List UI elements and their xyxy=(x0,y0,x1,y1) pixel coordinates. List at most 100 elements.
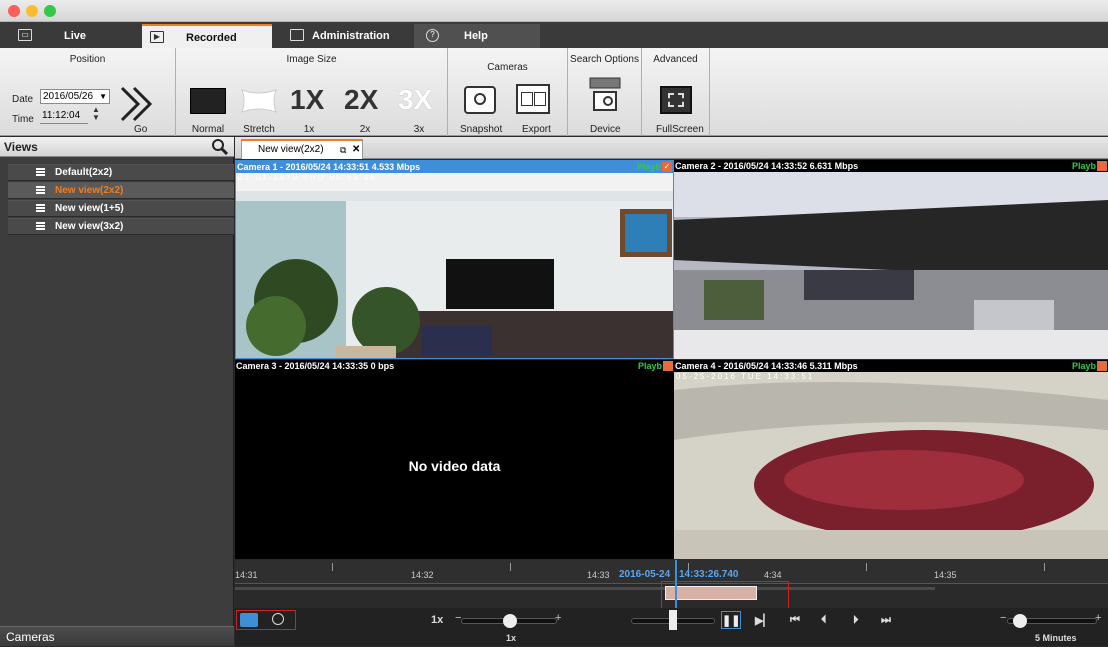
timeline-current-date: 2016-05-24 xyxy=(619,569,671,580)
timeline[interactable]: 14:31 14:32 14:33 4:34 14:35 2016-05-24 … xyxy=(235,560,1108,609)
zoom-out-button[interactable]: − xyxy=(1000,612,1006,624)
speed-label: 1x xyxy=(431,614,444,626)
playhead[interactable] xyxy=(675,560,677,608)
export-button[interactable] xyxy=(516,84,550,114)
view-item[interactable]: New view(3x2) xyxy=(8,218,234,235)
timeline-tick: 14:33 xyxy=(587,570,610,580)
camera-icon xyxy=(474,93,486,105)
go-label: Go xyxy=(134,124,148,135)
timeline-tick: 14:35 xyxy=(934,570,957,580)
detach-icon[interactable]: ⧉ xyxy=(340,141,346,159)
camera-4-osd: 05-25-2016 TUE 14:33:51 xyxy=(676,372,815,381)
zoom-window-button[interactable] xyxy=(44,5,56,17)
view-item[interactable]: Default(2x2) xyxy=(8,164,234,181)
go-button[interactable] xyxy=(118,84,158,124)
views-header: Views xyxy=(0,137,234,157)
help-icon: ? xyxy=(426,29,439,42)
camera-3-title: Camera 3 - 2016/05/24 14:33:35 0 bps xyxy=(235,360,674,372)
grid-icon xyxy=(36,186,45,194)
speed-slider-knob[interactable] xyxy=(503,614,517,628)
time-label: Time xyxy=(12,114,34,125)
stretch-label: Stretch xyxy=(243,124,275,135)
tab-recorded[interactable]: ▶ Recorded xyxy=(142,24,272,48)
search-options-group: Search Options Device xyxy=(568,48,642,136)
view-item[interactable]: New view(1+5) xyxy=(8,200,234,217)
minimize-window-button[interactable] xyxy=(26,5,38,17)
double-chevron-right-icon xyxy=(120,86,153,122)
camera-select-checkbox[interactable] xyxy=(1097,161,1107,171)
zoom-3x-label: 3x xyxy=(413,124,425,135)
playback-status: Playb xyxy=(1071,161,1096,171)
cameras-group-title: Cameras xyxy=(487,62,528,73)
camera-2-tile[interactable]: Camera 2 - 2016/05/24 14:33:52 6.631 Mbp… xyxy=(674,160,1108,359)
pause-button[interactable]: ❚❚ xyxy=(721,611,741,629)
previous-frame-icon[interactable]: ⏴ xyxy=(821,614,827,627)
camera-3-tile[interactable]: Camera 3 - 2016/05/24 14:33:35 0 bps Pla… xyxy=(235,360,674,559)
recorded-segment[interactable] xyxy=(665,586,757,600)
camera-select-checkbox[interactable]: ✓ xyxy=(662,162,672,172)
image-size-group: Image Size Normal Stretch 1X 1x 2X 2x 3X… xyxy=(176,48,448,136)
fullscreen-label: FullScreen xyxy=(656,124,704,135)
image-size-group-title: Image Size xyxy=(286,54,337,65)
position-group-title: Position xyxy=(69,54,106,65)
playback-status: Playb xyxy=(636,162,661,172)
time-stepper[interactable]: ▲ ▼ xyxy=(92,106,100,122)
camera-select-checkbox[interactable] xyxy=(663,361,673,371)
time-field[interactable]: 11:12:04 xyxy=(40,109,88,124)
camera-4-tile[interactable]: Camera 4 - 2016/05/24 14:33:46 5.311 Mbp… xyxy=(674,360,1108,559)
tab-help[interactable]: ? Help xyxy=(414,24,540,48)
close-tab-icon[interactable]: ✕ xyxy=(352,141,360,159)
tab-administration[interactable]: Administration xyxy=(282,24,410,48)
views-title: Views xyxy=(4,140,38,154)
device-button[interactable] xyxy=(588,76,622,114)
zoom-1x-label: 1x xyxy=(303,124,315,135)
window-titlebar xyxy=(0,0,1108,22)
film-icon xyxy=(521,92,533,106)
speed-increase-button[interactable]: + xyxy=(555,612,561,624)
jog-slider-handle[interactable] xyxy=(669,610,677,630)
folder-icon xyxy=(290,29,304,41)
camera-select-checkbox[interactable] xyxy=(1097,361,1107,371)
snapshot-label: Snapshot xyxy=(460,124,503,135)
camera-1-video xyxy=(236,161,673,358)
clock-icon[interactable] xyxy=(272,613,284,625)
search-icon[interactable] xyxy=(212,139,228,155)
tab-live[interactable]: ▭ Live xyxy=(0,24,140,48)
close-window-button[interactable] xyxy=(8,5,20,17)
playback-controls: 1x − + 1x ❚❚ ▶▏ ⏮ ⏴ ⏵ ⏭ − + 5 Minutes xyxy=(235,608,1108,646)
grid-icon xyxy=(36,222,45,230)
date-field[interactable]: 2016/05/26 ▼ xyxy=(40,89,110,104)
grid-icon xyxy=(36,204,45,212)
snapshot-button[interactable] xyxy=(464,86,496,114)
stretch-size-button[interactable] xyxy=(240,88,278,114)
cameras-group: Cameras Snapshot Export xyxy=(448,48,568,136)
timeline-mode-button[interactable] xyxy=(240,613,258,627)
playback-status: Playb xyxy=(637,361,662,371)
view-tab[interactable]: New view(2x2) ⧉ ✕ xyxy=(241,139,363,159)
camera-1-title: Camera 1 - 2016/05/24 14:33:51 4.533 Mbp… xyxy=(236,161,673,173)
device-label: Device xyxy=(590,124,621,135)
export-label: Export xyxy=(522,124,551,135)
zoom-3x-button[interactable]: 3X xyxy=(398,84,432,116)
playback-status: Playb xyxy=(1071,361,1096,371)
position-group: Position Date 2016/05/26 ▼ Time 11:12:04… xyxy=(0,48,176,136)
zoom-in-button[interactable]: + xyxy=(1095,612,1101,624)
skip-to-start-icon[interactable]: ⏮ xyxy=(790,614,800,627)
step-forward-icon[interactable]: ▶▏ xyxy=(755,614,772,627)
timeline-tick: 4:34 xyxy=(764,570,782,580)
normal-size-button[interactable] xyxy=(190,88,226,114)
camera-1-osd: 01-01-1970 THU 00:53:45 xyxy=(238,173,377,182)
stretch-icon xyxy=(241,89,277,113)
zoom-slider-knob[interactable] xyxy=(1013,614,1027,628)
camera-1-tile[interactable]: Camera 1 - 2016/05/24 14:33:51 4.533 Mbp… xyxy=(235,160,674,359)
zoom-1x-button[interactable]: 1X xyxy=(290,84,324,116)
cameras-section-header[interactable]: Cameras xyxy=(0,626,234,646)
timeline-current-time: 14:33:26.740 xyxy=(679,569,739,580)
zoom-2x-button[interactable]: 2X xyxy=(344,84,378,116)
fullscreen-button[interactable] xyxy=(660,86,692,114)
next-frame-icon[interactable]: ⏵ xyxy=(853,614,859,627)
fullscreen-icon xyxy=(668,93,684,107)
advanced-title: Advanced xyxy=(653,54,698,65)
skip-to-end-icon[interactable]: ⏭ xyxy=(881,614,891,627)
view-item-selected[interactable]: New view(2x2) xyxy=(8,182,234,199)
